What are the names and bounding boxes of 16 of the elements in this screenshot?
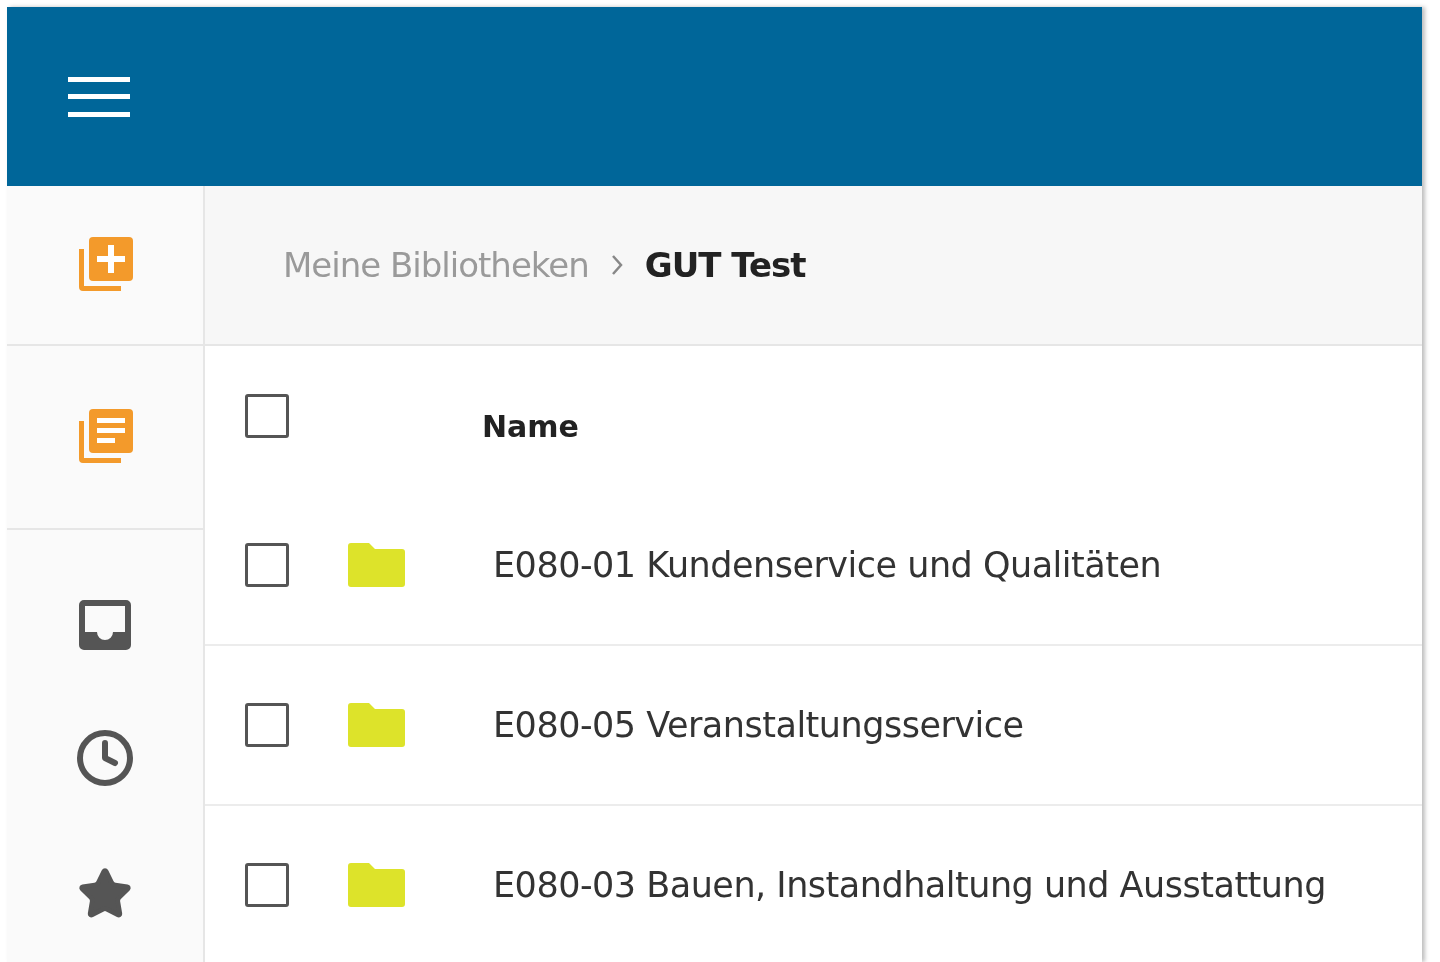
column-header: Name (482, 408, 579, 444)
menu-button[interactable] (68, 76, 130, 117)
folder-icon (348, 703, 405, 747)
folder-name[interactable]: E080-01 Kundenservice und Qualitäten (493, 545, 1162, 585)
row-checkbox[interactable] (245, 703, 289, 747)
clock-icon[interactable] (75, 728, 135, 788)
chevron-icon (610, 254, 623, 276)
row-checkbox[interactable] (245, 543, 289, 587)
select-all-checkbox[interactable] (245, 394, 289, 438)
inbox-icon[interactable] (79, 600, 131, 650)
folder-icon (348, 863, 405, 907)
folder-name[interactable]: E080-05 Veranstaltungsservice (493, 705, 1024, 745)
folder-name[interactable]: E080-03 Bauen, Instandhaltung und Ausstattung (493, 865, 1326, 905)
breadcrumb-link[interactable]: GUT Test (644, 245, 806, 285)
folder-icon (348, 543, 405, 587)
row-checkbox[interactable] (245, 863, 289, 907)
